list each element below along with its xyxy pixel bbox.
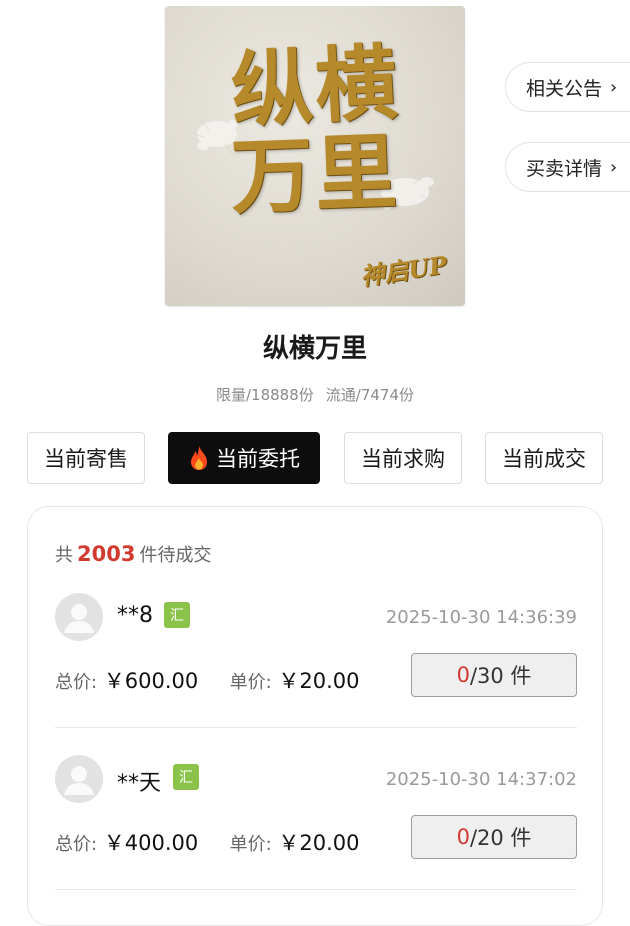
related-notice-label: 相关公告 xyxy=(526,77,603,100)
trade-details-button[interactable]: 买卖详情 › xyxy=(505,142,630,192)
quantity-button[interactable]: 0/30 件 xyxy=(411,653,577,697)
user-name: **天 xyxy=(117,771,162,796)
summary-suffix: 件待成交 xyxy=(139,545,212,566)
divider xyxy=(55,889,577,890)
limit-count: 限量/18888份 xyxy=(215,386,314,404)
chevron-right-icon: › xyxy=(610,156,618,178)
chevron-right-icon: › xyxy=(610,76,618,98)
total-price-label: 总价: xyxy=(55,834,98,855)
tab-label: 当前求购 xyxy=(361,447,445,471)
tab-buy-requests[interactable]: 当前求购 xyxy=(344,432,462,484)
total-price: ￥600.00 xyxy=(103,669,199,693)
product-cover-image[interactable]: 纵横 万里 神启UP xyxy=(165,6,465,306)
order-time: 2025-10-30 14:37:02 xyxy=(385,769,577,790)
order-time: 2025-10-30 14:36:39 xyxy=(385,607,577,628)
user-placeholder-icon xyxy=(55,755,103,803)
tab-label: 当前委托 xyxy=(216,447,300,471)
related-notice-button[interactable]: 相关公告 › xyxy=(505,62,630,112)
circulation-count: 流通/7474份 xyxy=(325,386,414,404)
summary-prefix: 共 xyxy=(55,545,73,566)
merchant-badge: 汇 xyxy=(173,764,199,790)
tab-label: 当前寄售 xyxy=(44,447,128,471)
avatar xyxy=(55,755,103,803)
cover-title-row2: 万里 xyxy=(229,124,401,226)
avatar xyxy=(55,593,103,641)
total-quantity: /20 件 xyxy=(469,826,532,850)
quantity-button[interactable]: 0/20 件 xyxy=(411,815,577,859)
product-stats: 限量/18888份 流通/7474份 xyxy=(0,384,630,405)
price-line: 总价: ￥400.00 单价: ￥20.00 xyxy=(55,827,360,857)
user-placeholder-icon xyxy=(55,593,103,641)
unit-price: ￥20.00 xyxy=(278,831,360,855)
cover-title-row1: 纵横 xyxy=(228,34,402,140)
market-tabs: 当前寄售 当前委托 当前求购 当前成交 xyxy=(27,432,605,486)
price-line: 总价: ￥600.00 单价: ￥20.00 xyxy=(55,665,360,695)
list-item[interactable]: **8 汇 2025-10-30 14:36:39 总价: ￥600.00 单价… xyxy=(55,591,577,727)
user-name: **8 xyxy=(117,603,153,628)
tab-orders[interactable]: 当前委托 xyxy=(168,432,320,484)
pending-count: 2003 xyxy=(77,542,136,566)
unit-price: ￥20.00 xyxy=(278,669,360,693)
orders-card: 共 2003 件待成交 **8 汇 2025-10-30 14:36:39 总价: … xyxy=(27,506,603,926)
pending-summary: 共 2003 件待成交 xyxy=(55,541,211,567)
sold-count: 0 xyxy=(456,825,470,849)
merchant-badge: 汇 xyxy=(164,602,190,628)
total-quantity: /30 件 xyxy=(469,664,532,688)
total-price: ￥400.00 xyxy=(103,831,199,855)
unit-price-label: 单价: xyxy=(229,834,272,855)
divider xyxy=(55,727,577,728)
unit-price-label: 单价: xyxy=(229,672,272,693)
list-item[interactable]: **天 汇 2025-10-30 14:37:02 总价: ￥400.00 单价… xyxy=(55,753,577,889)
cover-title-calligraphy: 纵横 万里 xyxy=(165,35,465,226)
tab-consignment[interactable]: 当前寄售 xyxy=(27,432,145,484)
flame-icon xyxy=(188,445,210,471)
total-price-label: 总价: xyxy=(55,672,98,693)
trade-details-label: 买卖详情 xyxy=(526,157,603,180)
sold-count: 0 xyxy=(456,663,470,687)
product-title: 纵横万里 xyxy=(262,334,367,364)
tab-deals[interactable]: 当前成交 xyxy=(485,432,603,484)
tab-label: 当前成交 xyxy=(502,447,586,471)
